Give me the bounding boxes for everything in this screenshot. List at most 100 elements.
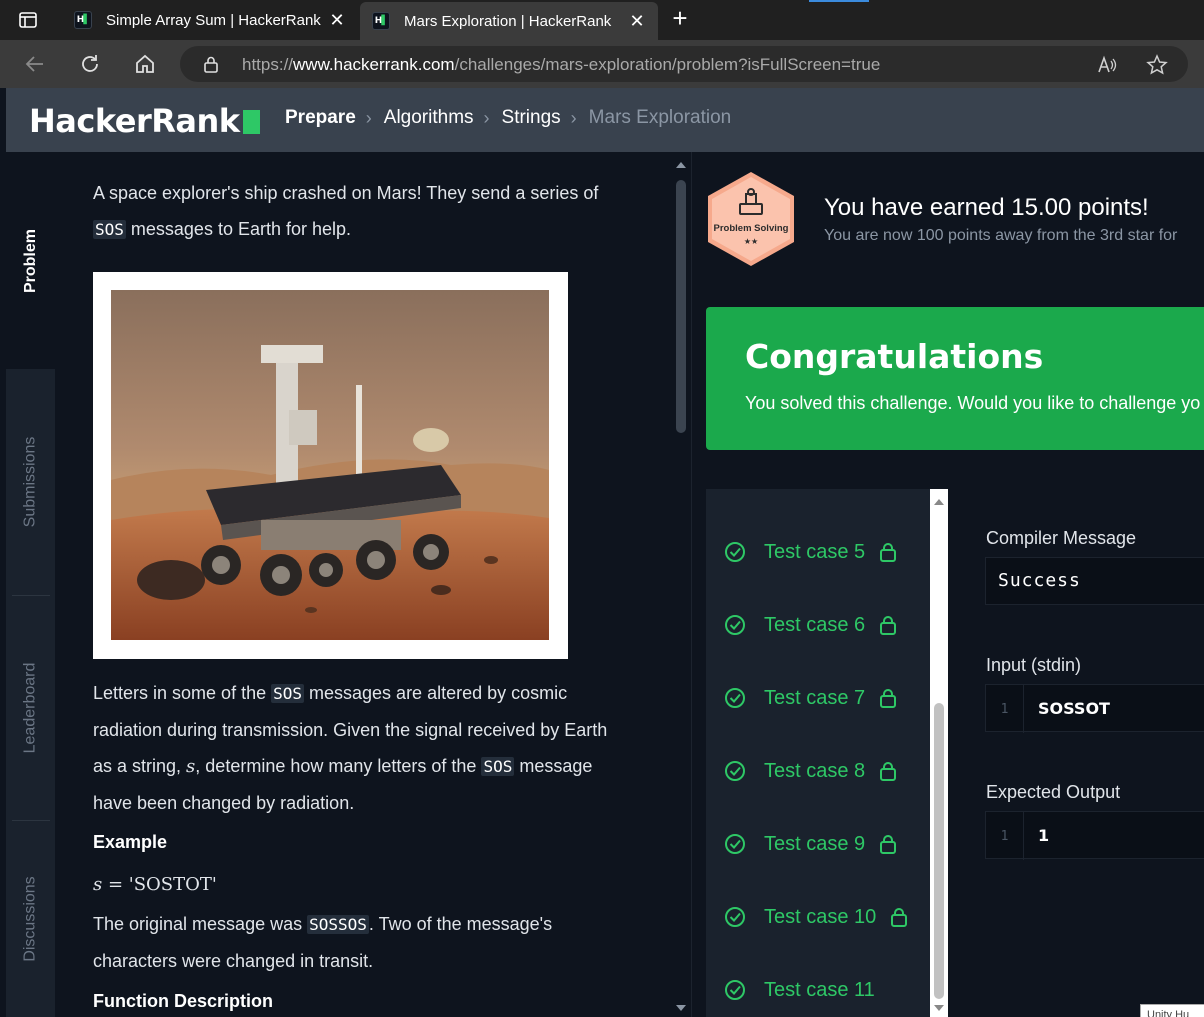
expected-output-box: 1 1 (985, 811, 1204, 860)
problem-intro: A space explorer's ship crashed on Mars!… (93, 175, 633, 248)
points-earned: You have earned 15.00 points! (824, 194, 1149, 221)
code-sossos: SOSSOS (307, 915, 369, 934)
para-text: radiation during transmission. Given the… (93, 720, 608, 740)
browser-tab-simple-array-sum[interactable]: H ▌ Simple Array Sum | HackerRank ✕ (62, 0, 358, 40)
points-away: You are now 100 points away from the 3rd… (824, 227, 1178, 244)
submission-result-pane: Problem Solving ★★ You have earned 15.00… (692, 152, 1204, 1017)
breadcrumb-current: Mars Exploration (588, 107, 732, 128)
url-text: https://www.hackerrank.com/challenges/ma… (242, 55, 880, 75)
lock-icon (204, 56, 218, 73)
test-case-item[interactable]: Test case 7 (706, 678, 930, 718)
favorite-star-icon[interactable] (1146, 54, 1168, 76)
success-banner: Congratulations You solved this challeng… (706, 307, 1204, 450)
para-text: have been changed by radiation. (93, 793, 355, 813)
congrats-title: Congratulations (745, 337, 1044, 376)
expected-output-label: Expected Output (986, 782, 1121, 802)
url-field[interactable]: https://www.hackerrank.com/challenges/ma… (180, 46, 1188, 82)
test-case-item[interactable]: Test case 11 (706, 970, 930, 1010)
scroll-up-arrow-icon[interactable] (676, 162, 686, 168)
hackerrank-favicon-icon: H ▌ (372, 12, 390, 30)
test-case-item[interactable]: Test case 5 (706, 532, 930, 572)
tab-label: Submissions (21, 436, 39, 528)
problem-solving-badge: Problem Solving ★★ (708, 172, 794, 266)
example-value: = 'SOSTOT' (102, 874, 217, 895)
expected-value: 1 (1038, 826, 1050, 845)
input-value: SOSSOT (1038, 699, 1110, 718)
tab-discussions[interactable]: Discussions (6, 821, 55, 1017)
check-circle-icon (725, 542, 745, 562)
test-case-item[interactable]: Test case 6 (706, 605, 930, 645)
logo-text: HackerRank (29, 102, 240, 140)
para-text: as a string, (93, 756, 187, 776)
tab-label: Leaderboard (21, 662, 39, 754)
lock-icon (891, 908, 908, 927)
tab-title: Mars Exploration | HackerRank (404, 12, 612, 30)
home-icon[interactable] (132, 51, 158, 77)
congrats-subtitle: You solved this challenge. Would you lik… (745, 393, 1201, 413)
chevron-right-icon: › (570, 107, 577, 128)
logo-green-block-icon (242, 110, 260, 134)
lock-icon (880, 616, 897, 635)
lock-icon (880, 835, 897, 854)
hackerrank-favicon-icon: H ▌ (74, 11, 92, 29)
para-text: , determine how many letters of the (195, 756, 482, 776)
hackerrank-logo[interactable]: HackerRank (29, 102, 260, 140)
reload-icon[interactable] (77, 51, 103, 77)
test-case-scrollbar[interactable] (930, 489, 948, 1017)
compiler-message-label: Compiler Message (986, 528, 1137, 548)
code-sos: SOS (271, 684, 305, 703)
test-case-label: Test case 6 (764, 613, 866, 636)
tab-label: Discussions (21, 876, 39, 962)
test-case-item[interactable]: Test case 10 (706, 897, 930, 937)
browser-address-bar: https://www.hackerrank.com/challenges/ma… (0, 40, 1204, 88)
scroll-down-arrow-icon[interactable] (676, 1005, 686, 1011)
check-circle-icon (725, 688, 745, 708)
breadcrumb-prepare[interactable]: Prepare (285, 107, 356, 129)
tab-problem[interactable]: Problem (6, 152, 55, 369)
taskbar-tooltip: Unity Hu (1140, 1004, 1204, 1017)
scroll-down-arrow-icon[interactable] (934, 1005, 944, 1011)
browser-tab-mars-exploration[interactable]: H ▌ Mars Exploration | HackerRank ✕ (360, 2, 658, 40)
new-tab-plus-icon[interactable]: + (668, 5, 692, 31)
tab-label: Problem (21, 228, 39, 293)
test-case-label: Test case 11 (764, 978, 875, 1001)
breadcrumb-strings[interactable]: Strings (502, 107, 561, 129)
tab-submissions[interactable]: Submissions (6, 369, 55, 595)
breadcrumb-algorithms[interactable]: Algorithms (384, 107, 474, 129)
breadcrumb: Prepare › Algorithms › Strings › Mars Ex… (285, 107, 741, 129)
compiler-message-box: Success (985, 557, 1204, 605)
check-circle-icon (725, 834, 745, 854)
scroll-thumb[interactable] (676, 180, 686, 433)
problem-scrollbar[interactable] (671, 152, 691, 1017)
test-case-label: Test case 9 (764, 832, 866, 855)
lock-icon (880, 762, 897, 781)
read-aloud-icon[interactable] (1096, 54, 1118, 76)
math-var-s: s (93, 874, 103, 895)
scroll-thumb[interactable] (934, 703, 944, 999)
back-arrow-icon[interactable] (22, 51, 48, 77)
para-text: . Two of the message's (368, 914, 553, 934)
test-case-item[interactable]: Test case 9 (706, 824, 930, 864)
mars-rover-illustration (111, 290, 549, 640)
tab-actions-icon[interactable] (18, 10, 38, 30)
tab-leaderboard[interactable]: Leaderboard (6, 596, 55, 820)
chevron-right-icon: › (365, 107, 372, 128)
url-protocol: https:// (242, 55, 294, 74)
scroll-up-arrow-icon[interactable] (934, 499, 944, 505)
intro-line-1: A space explorer's ship crashed on Mars!… (93, 183, 599, 203)
tab-title: Simple Array Sum | HackerRank (106, 11, 321, 29)
problem-paragraph: Letters in some of the SOS messages are … (93, 675, 633, 821)
url-path: /challenges/mars-exploration/problem?isF… (454, 55, 881, 74)
test-case-item[interactable]: Test case 8 (706, 751, 930, 791)
close-tab-icon[interactable]: ✕ (326, 9, 348, 31)
problem-statement: A space explorer's ship crashed on Mars!… (55, 152, 671, 1017)
chevron-right-icon: › (483, 107, 490, 128)
close-tab-icon[interactable]: ✕ (626, 10, 648, 32)
test-case-label: Test case 10 (764, 905, 877, 928)
line-number: 1 (986, 685, 1024, 733)
badge-label: Problem Solving (714, 223, 789, 234)
para-text: The original message was (93, 914, 308, 934)
badge-stars: ★★ (744, 237, 758, 246)
para-text: message (514, 756, 593, 776)
challenge-side-tabs: Problem Submissions Leaderboard Discussi… (6, 152, 55, 1017)
